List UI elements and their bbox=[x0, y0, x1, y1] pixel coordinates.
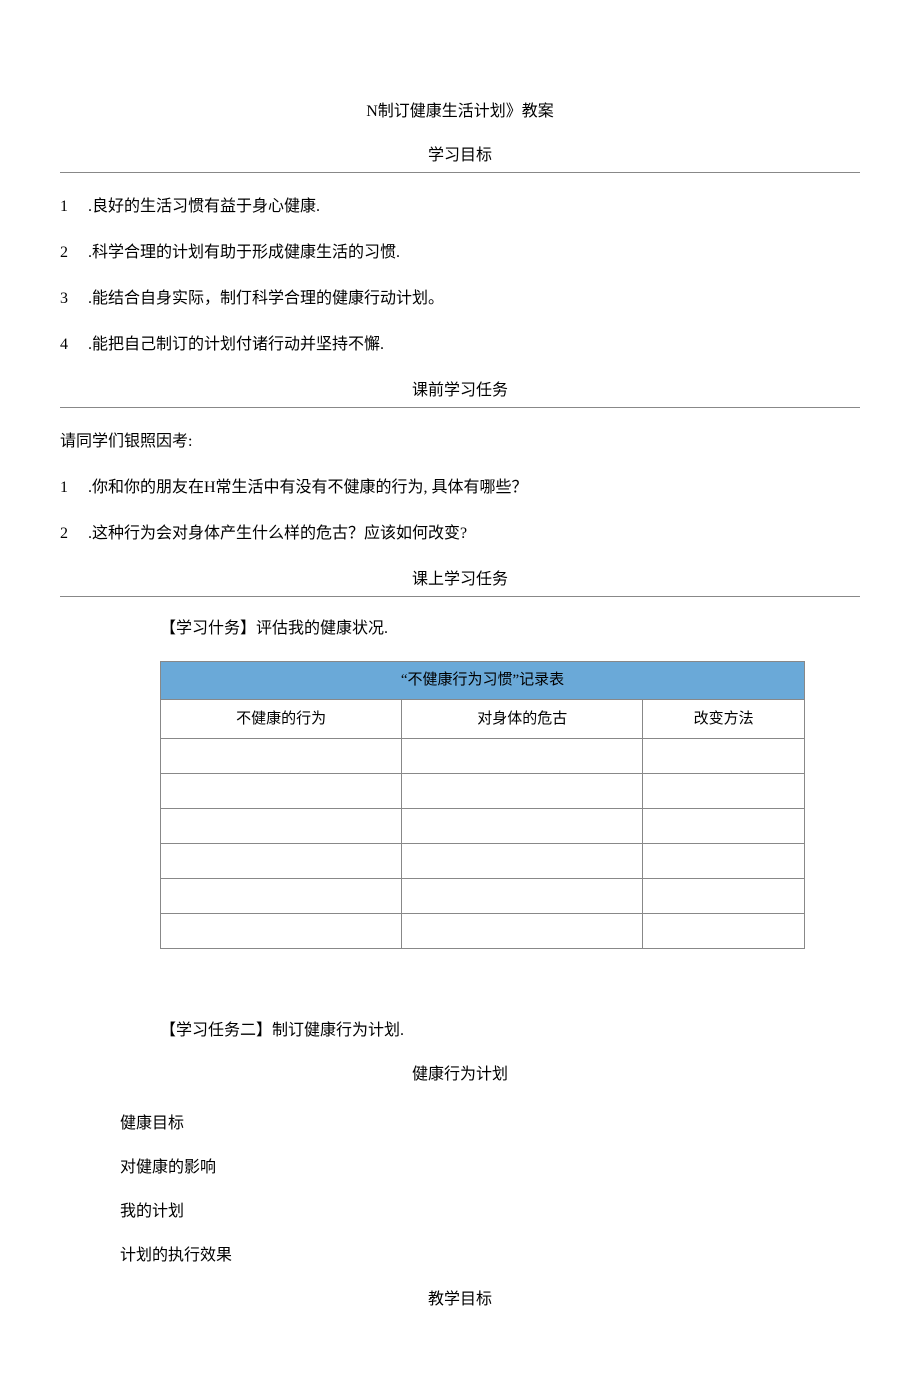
table-header-harm: 对身体的危古 bbox=[402, 699, 643, 739]
item-text: .能把自己制订的计划付诸行动并坚持不懈. bbox=[88, 333, 860, 357]
item-text: .能结合自身实际，制仃科学合理的健康行动计划。 bbox=[88, 287, 860, 311]
document-title: N制订健康生活计划》教案 bbox=[60, 100, 860, 124]
goal-item: 2 .科学合理的计划有助于形成健康生活的习惯. bbox=[60, 241, 860, 265]
table-cell[interactable] bbox=[402, 809, 643, 844]
plan-title: 健康行为计划 bbox=[60, 1063, 860, 1087]
table-cell[interactable] bbox=[161, 914, 402, 949]
item-number: 1 bbox=[60, 195, 88, 219]
item-text: .良好的生活习惯有益于身心健康. bbox=[88, 195, 860, 219]
pre-task-item: 1 .你和你的朋友在H常生活中有没有不健康的行为, 具体有哪些？ bbox=[60, 476, 860, 500]
table-cell[interactable] bbox=[402, 844, 643, 879]
table-cell[interactable] bbox=[643, 879, 805, 914]
pre-task-item: 2 .这种行为会对身体产生什么样的危古？应该如何改变? bbox=[60, 522, 860, 546]
table-header-method: 改变方法 bbox=[643, 699, 805, 739]
task-two-label: 【学习任务二】制订健康行为计划. bbox=[160, 1019, 860, 1043]
table-cell[interactable] bbox=[402, 739, 643, 774]
table-row bbox=[161, 774, 805, 809]
table-row bbox=[161, 809, 805, 844]
table-cell[interactable] bbox=[643, 739, 805, 774]
section-teaching-goal: 教学目标 bbox=[60, 1288, 860, 1312]
section-learning-goal: 学习目标 bbox=[60, 144, 860, 173]
table-cell[interactable] bbox=[402, 774, 643, 809]
table-row bbox=[161, 914, 805, 949]
item-number: 1 bbox=[60, 476, 88, 500]
item-text: .这种行为会对身体产生什么样的危古？应该如何改变? bbox=[88, 522, 860, 546]
item-number: 2 bbox=[60, 241, 88, 265]
plan-item-effect: 对健康的影响 bbox=[120, 1156, 860, 1180]
item-number: 4 bbox=[60, 333, 88, 357]
table-cell[interactable] bbox=[161, 879, 402, 914]
section-pre-task: 课前学习任务 bbox=[60, 379, 860, 408]
table-cell[interactable] bbox=[161, 774, 402, 809]
table-cell[interactable] bbox=[402, 914, 643, 949]
table-cell[interactable] bbox=[161, 739, 402, 774]
table-row bbox=[161, 879, 805, 914]
plan-item-goal: 健康目标 bbox=[120, 1112, 860, 1136]
unhealthy-behavior-table: “不健康行为习惯”记录表 不健康的行为 对身体的危古 改变方法 bbox=[160, 661, 805, 949]
table-cell[interactable] bbox=[643, 774, 805, 809]
section-in-class-task: 课上学习任务 bbox=[60, 568, 860, 597]
table-cell[interactable] bbox=[161, 844, 402, 879]
goal-item: 1 .良好的生活习惯有益于身心健康. bbox=[60, 195, 860, 219]
plan-item-my-plan: 我的计划 bbox=[120, 1200, 860, 1224]
goal-item: 4 .能把自己制订的计划付诸行动并坚持不懈. bbox=[60, 333, 860, 357]
item-text: .科学合理的计划有助于形成健康生活的习惯. bbox=[88, 241, 860, 265]
task-one-label: 【学习什务】评估我的健康状况. bbox=[160, 617, 860, 641]
item-number: 3 bbox=[60, 287, 88, 311]
goal-item: 3 .能结合自身实际，制仃科学合理的健康行动计划。 bbox=[60, 287, 860, 311]
table-cell[interactable] bbox=[402, 879, 643, 914]
table-row bbox=[161, 844, 805, 879]
table-cell[interactable] bbox=[643, 914, 805, 949]
pre-task-intro: 请同学们银照因考: bbox=[60, 430, 860, 454]
table-cell[interactable] bbox=[643, 844, 805, 879]
table-row bbox=[161, 739, 805, 774]
plan-item-execution: 计划的执行效果 bbox=[120, 1244, 860, 1268]
table-header-behavior: 不健康的行为 bbox=[161, 699, 402, 739]
item-text: .你和你的朋友在H常生活中有没有不健康的行为, 具体有哪些？ bbox=[88, 476, 860, 500]
table-cell[interactable] bbox=[643, 809, 805, 844]
item-number: 2 bbox=[60, 522, 88, 546]
table-title: “不健康行为习惯”记录表 bbox=[161, 662, 805, 700]
table-cell[interactable] bbox=[161, 809, 402, 844]
